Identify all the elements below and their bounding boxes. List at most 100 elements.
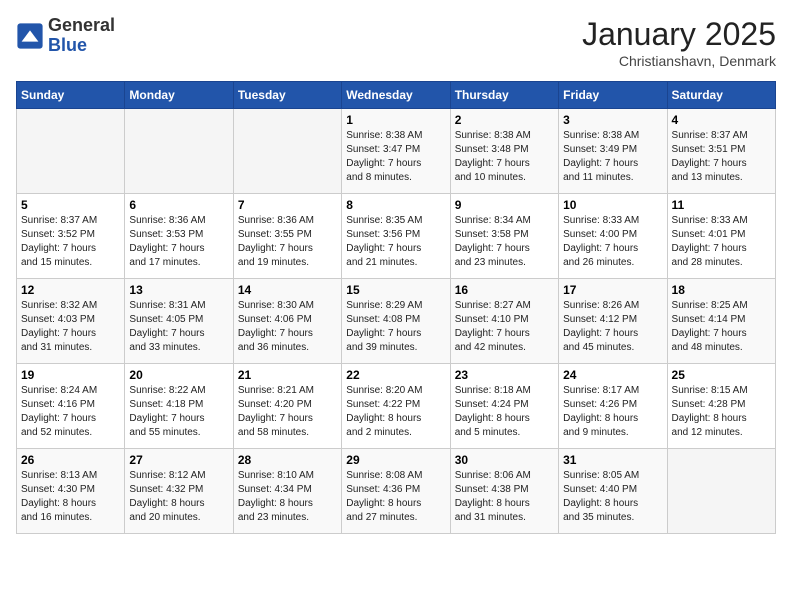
calendar-cell: 10Sunrise: 8:33 AM Sunset: 4:00 PM Dayli…	[559, 194, 667, 279]
calendar-cell: 6 Sunrise: 8:36 AM Sunset: 3:53 PM Daylig…	[125, 194, 233, 279]
calendar-cell: 7 Sunrise: 8:36 AM Sunset: 3:55 PM Daylig…	[233, 194, 341, 279]
day-info: Sunrise: 8:27 AM Sunset: 4:10 PM Dayligh…	[455, 299, 554, 355]
calendar-cell: 31 Sunrise: 8:05 AM Sunset: 4:40 PM Dayli…	[559, 449, 667, 534]
day-number: 14	[238, 283, 337, 297]
calendar-cell: 3 Sunrise: 8:38 AM Sunset: 3:49 PM Daylig…	[559, 109, 667, 194]
calendar-cell	[17, 109, 125, 194]
calendar-cell: 23Sunrise: 8:18 AM Sunset: 4:24 PM Dayli…	[450, 364, 558, 449]
title-block: January 2025 Christianshavn, Denmark	[582, 16, 776, 69]
calendar-cell: 25 Sunrise: 8:15 AM Sunset: 4:28 PM Dayli…	[667, 364, 775, 449]
logo: General Blue	[16, 16, 115, 56]
day-info: Sunrise: 8:37 AM Sunset: 3:51 PM Dayligh…	[672, 129, 771, 185]
day-number: 3	[563, 113, 662, 127]
weekday-header-tuesday: Tuesday	[233, 82, 341, 109]
calendar-cell: 9Sunrise: 8:34 AM Sunset: 3:58 PM Daylig…	[450, 194, 558, 279]
day-info: Sunrise: 8:05 AM Sunset: 4:40 PM Dayligh…	[563, 469, 662, 525]
day-number: 12	[21, 283, 120, 297]
calendar-cell: 11 Sunrise: 8:33 AM Sunset: 4:01 PM Dayli…	[667, 194, 775, 279]
day-number: 18	[672, 283, 771, 297]
logo-general: General	[48, 16, 115, 36]
day-info: Sunrise: 8:31 AM Sunset: 4:05 PM Dayligh…	[129, 299, 228, 355]
day-number: 20	[129, 368, 228, 382]
day-number: 1	[346, 113, 445, 127]
day-info: Sunrise: 8:37 AM Sunset: 3:52 PM Dayligh…	[21, 214, 120, 270]
calendar-week-3: 12 Sunrise: 8:32 AM Sunset: 4:03 PM Dayli…	[17, 279, 776, 364]
weekday-header-row: SundayMondayTuesdayWednesdayThursdayFrid…	[17, 82, 776, 109]
day-info: Sunrise: 8:33 AM Sunset: 4:00 PM Dayligh…	[563, 214, 662, 270]
day-number: 26	[21, 453, 120, 467]
calendar-table: SundayMondayTuesdayWednesdayThursdayFrid…	[16, 81, 776, 534]
calendar-cell: 30 Sunrise: 8:06 AM Sunset: 4:38 PM Dayli…	[450, 449, 558, 534]
day-info: Sunrise: 8:36 AM Sunset: 3:53 PM Dayligh…	[129, 214, 228, 270]
logo-text: General Blue	[48, 16, 115, 56]
day-number: 11	[672, 198, 771, 212]
calendar-cell: 16 Sunrise: 8:27 AM Sunset: 4:10 PM Dayli…	[450, 279, 558, 364]
calendar-cell: 2Sunrise: 8:38 AM Sunset: 3:48 PM Daylig…	[450, 109, 558, 194]
logo-icon	[16, 22, 44, 50]
calendar-cell: 21Sunrise: 8:21 AM Sunset: 4:20 PM Dayli…	[233, 364, 341, 449]
day-info: Sunrise: 8:24 AM Sunset: 4:16 PM Dayligh…	[21, 384, 120, 440]
calendar-cell: 15 Sunrise: 8:29 AM Sunset: 4:08 PM Dayli…	[342, 279, 450, 364]
day-info: Sunrise: 8:21 AM Sunset: 4:20 PM Dayligh…	[238, 384, 337, 440]
calendar-week-5: 26 Sunrise: 8:13 AM Sunset: 4:30 PM Dayli…	[17, 449, 776, 534]
location-subtitle: Christianshavn, Denmark	[582, 53, 776, 69]
day-number: 29	[346, 453, 445, 467]
day-number: 30	[455, 453, 554, 467]
day-number: 17	[563, 283, 662, 297]
day-info: Sunrise: 8:32 AM Sunset: 4:03 PM Dayligh…	[21, 299, 120, 355]
day-info: Sunrise: 8:13 AM Sunset: 4:30 PM Dayligh…	[21, 469, 120, 525]
calendar-cell: 19 Sunrise: 8:24 AM Sunset: 4:16 PM Dayli…	[17, 364, 125, 449]
day-number: 24	[563, 368, 662, 382]
calendar-cell: 4 Sunrise: 8:37 AM Sunset: 3:51 PM Daylig…	[667, 109, 775, 194]
day-info: Sunrise: 8:15 AM Sunset: 4:28 PM Dayligh…	[672, 384, 771, 440]
calendar-cell: 26 Sunrise: 8:13 AM Sunset: 4:30 PM Dayli…	[17, 449, 125, 534]
day-number: 5	[21, 198, 120, 212]
day-info: Sunrise: 8:35 AM Sunset: 3:56 PM Dayligh…	[346, 214, 445, 270]
page-header: General Blue January 2025 Christianshavn…	[16, 16, 776, 69]
day-info: Sunrise: 8:20 AM Sunset: 4:22 PM Dayligh…	[346, 384, 445, 440]
day-number: 27	[129, 453, 228, 467]
day-number: 31	[563, 453, 662, 467]
calendar-cell: 24 Sunrise: 8:17 AM Sunset: 4:26 PM Dayli…	[559, 364, 667, 449]
calendar-cell	[125, 109, 233, 194]
calendar-week-2: 5 Sunrise: 8:37 AM Sunset: 3:52 PM Daylig…	[17, 194, 776, 279]
day-info: Sunrise: 8:33 AM Sunset: 4:01 PM Dayligh…	[672, 214, 771, 270]
day-number: 28	[238, 453, 337, 467]
day-number: 25	[672, 368, 771, 382]
day-number: 22	[346, 368, 445, 382]
day-number: 7	[238, 198, 337, 212]
day-info: Sunrise: 8:38 AM Sunset: 3:49 PM Dayligh…	[563, 129, 662, 185]
weekday-header-saturday: Saturday	[667, 82, 775, 109]
calendar-cell: 20 Sunrise: 8:22 AM Sunset: 4:18 PM Dayli…	[125, 364, 233, 449]
day-number: 6	[129, 198, 228, 212]
weekday-header-sunday: Sunday	[17, 82, 125, 109]
day-info: Sunrise: 8:26 AM Sunset: 4:12 PM Dayligh…	[563, 299, 662, 355]
day-info: Sunrise: 8:17 AM Sunset: 4:26 PM Dayligh…	[563, 384, 662, 440]
day-info: Sunrise: 8:06 AM Sunset: 4:38 PM Dayligh…	[455, 469, 554, 525]
calendar-cell: 29Sunrise: 8:08 AM Sunset: 4:36 PM Dayli…	[342, 449, 450, 534]
day-info: Sunrise: 8:36 AM Sunset: 3:55 PM Dayligh…	[238, 214, 337, 270]
day-number: 15	[346, 283, 445, 297]
day-info: Sunrise: 8:38 AM Sunset: 3:47 PM Dayligh…	[346, 129, 445, 185]
day-number: 16	[455, 283, 554, 297]
day-info: Sunrise: 8:22 AM Sunset: 4:18 PM Dayligh…	[129, 384, 228, 440]
calendar-cell: 13 Sunrise: 8:31 AM Sunset: 4:05 PM Dayli…	[125, 279, 233, 364]
day-number: 4	[672, 113, 771, 127]
calendar-cell: 1 Sunrise: 8:38 AM Sunset: 3:47 PM Daylig…	[342, 109, 450, 194]
day-info: Sunrise: 8:29 AM Sunset: 4:08 PM Dayligh…	[346, 299, 445, 355]
month-title: January 2025	[582, 16, 776, 53]
calendar-cell: 28Sunrise: 8:10 AM Sunset: 4:34 PM Dayli…	[233, 449, 341, 534]
calendar-week-4: 19 Sunrise: 8:24 AM Sunset: 4:16 PM Dayli…	[17, 364, 776, 449]
logo-blue: Blue	[48, 36, 115, 56]
day-number: 13	[129, 283, 228, 297]
day-number: 2	[455, 113, 554, 127]
calendar-cell: 12 Sunrise: 8:32 AM Sunset: 4:03 PM Dayli…	[17, 279, 125, 364]
calendar-cell	[233, 109, 341, 194]
calendar-cell: 27Sunrise: 8:12 AM Sunset: 4:32 PM Dayli…	[125, 449, 233, 534]
day-number: 23	[455, 368, 554, 382]
calendar-cell: 17 Sunrise: 8:26 AM Sunset: 4:12 PM Dayli…	[559, 279, 667, 364]
day-info: Sunrise: 8:25 AM Sunset: 4:14 PM Dayligh…	[672, 299, 771, 355]
day-info: Sunrise: 8:34 AM Sunset: 3:58 PM Dayligh…	[455, 214, 554, 270]
day-number: 19	[21, 368, 120, 382]
calendar-cell: 22 Sunrise: 8:20 AM Sunset: 4:22 PM Dayli…	[342, 364, 450, 449]
